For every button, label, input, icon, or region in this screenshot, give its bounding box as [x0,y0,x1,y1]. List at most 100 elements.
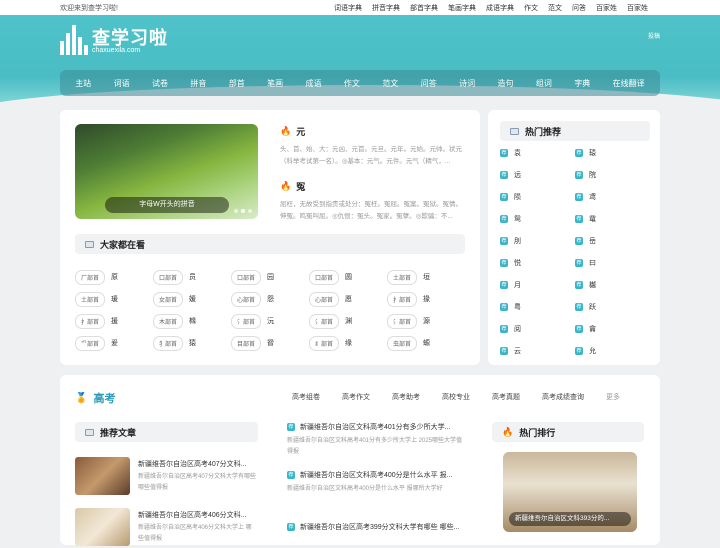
nav-item[interactable]: 笔画 [267,78,283,89]
rank-caption[interactable]: 新疆维吾尔自治区文科393分的... [509,512,631,526]
nav-item[interactable]: 组词 [536,78,552,89]
nav-item[interactable]: 造句 [497,78,513,89]
hot-item[interactable]: 荐云 [500,346,575,356]
rank-feature-image[interactable]: 新疆维吾尔自治区文科393分的... [503,452,637,532]
featured-word[interactable]: 🔥 元 [280,125,305,138]
top-link[interactable]: 百家姓 [627,3,648,13]
hot-item[interactable]: 荐院 [575,170,650,180]
nav-item[interactable]: 主站 [75,78,91,89]
popular-item[interactable]: 扌部首掾 [387,291,465,307]
top-link[interactable]: 百家姓 [596,3,617,13]
gaokao-tab[interactable]: 高考成绩查询 [542,392,584,402]
hot-item[interactable]: 荐龠 [575,324,650,334]
popular-item[interactable]: 爫部首爰 [75,335,153,351]
submit-link[interactable]: 投稿 [648,31,660,40]
nav-item[interactable]: 作文 [344,78,360,89]
article-title[interactable]: 新疆维吾尔自治区高考407分文科... [138,459,260,469]
nav-item[interactable]: 在线翻译 [613,78,645,89]
popular-item[interactable]: 木部首橼 [153,313,231,329]
hot-item[interactable]: 荐鸢 [575,192,650,202]
popular-item[interactable]: 厂部首原 [75,269,153,285]
gaokao-tab[interactable]: 高校专业 [442,392,470,402]
hot-item[interactable]: 荐岳 [575,236,650,246]
slider-caption[interactable]: 字母W开头的拼音 [105,197,229,213]
nav-item[interactable]: 字典 [574,78,590,89]
top-link[interactable]: 拼音字典 [372,3,400,13]
hot-item[interactable]: 荐樾 [575,280,650,290]
popular-item[interactable]: 氵部首沅 [231,313,309,329]
hot-item[interactable]: 荐陨 [500,192,575,202]
nav-item[interactable]: 诗词 [459,78,475,89]
section-title: 热门推荐 [525,126,562,137]
section-title: 大家都在看 [100,239,146,250]
article-item[interactable]: 新疆维吾尔自治区高考406分文科... 新疆维吾尔自治区高考406分文科大学上 … [75,508,258,548]
article-item[interactable]: 新疆维吾尔自治区高考407分文科... 新疆维吾尔自治区高考407分文科大学有哪… [75,457,258,497]
nav-item[interactable]: 部首 [229,78,245,89]
popular-item[interactable]: 氵部首渊 [309,313,387,329]
nav-item[interactable]: 试卷 [152,78,168,89]
popular-item[interactable]: 犭部首猿 [153,335,231,351]
news-desc: 新疆维吾尔自治区文科高考401分有多少所大学上 2025哪些大学值得报 [287,438,463,455]
hot-recommend-list: 荐袁荐辕 荐远荐院 荐陨荐鸢 荐鸳荐鼋 荐刖荐岳 荐悦荐曰 荐月荐樾 荐粤荐跃 … [500,142,650,362]
hot-item[interactable]: 荐跃 [575,302,650,312]
popular-item[interactable]: 目部首眢 [231,335,309,351]
hot-item[interactable]: 荐悦 [500,258,575,268]
nav-item[interactable]: 问答 [421,78,437,89]
popular-item[interactable]: 口部首圆 [309,269,387,285]
news-title[interactable]: 新疆维吾尔自治区文科高考401分有多少所大学... [300,422,451,432]
top-link[interactable]: 笔画字典 [448,3,476,13]
gaokao-tab[interactable]: 高考助考 [392,392,420,402]
hot-item[interactable]: 荐刖 [500,236,575,246]
gaokao-tab[interactable]: 高考作文 [342,392,370,402]
hot-item[interactable]: 荐月 [500,280,575,290]
featured-word-char[interactable]: 冤 [296,180,305,193]
hot-icon: 荐 [500,259,508,267]
gaokao-tab[interactable]: 高考组卷 [292,392,320,402]
top-link[interactable]: 词语字典 [334,3,362,13]
popular-item[interactable]: 扌部首援 [75,313,153,329]
popular-item[interactable]: 土部首瑗 [75,291,153,307]
top-link[interactable]: 范文 [548,3,562,13]
article-thumbnail[interactable] [75,457,130,495]
news-item[interactable]: 荐新疆维吾尔自治区文科高考400分是什么水平 报... 新疆维吾尔自治区文科高考… [287,470,467,495]
news-title[interactable]: 新疆维吾尔自治区高考399分文科大学有哪些 哪些... [300,522,459,532]
popular-item[interactable]: 心部首愿 [309,291,387,307]
popular-item[interactable]: 女部首媛 [153,291,231,307]
news-item[interactable]: 荐新疆维吾尔自治区文科高考401分有多少所大学... 新疆维吾尔自治区文科高考4… [287,422,467,458]
popular-item[interactable]: 虫部首螈 [387,335,465,351]
hot-item[interactable]: 荐曰 [575,258,650,268]
popular-item[interactable]: 氵部首源 [387,313,465,329]
top-link[interactable]: 部首字典 [410,3,438,13]
popular-item[interactable]: 口部首园 [231,269,309,285]
hot-item[interactable]: 荐鼋 [575,214,650,224]
image-slider[interactable]: 字母W开头的拼音 [75,124,258,219]
nav-item[interactable]: 词语 [114,78,130,89]
hot-item[interactable]: 荐辕 [575,148,650,158]
featured-word-char[interactable]: 元 [296,125,305,138]
hot-item[interactable]: 荐鸳 [500,214,575,224]
hot-item[interactable]: 荐袁 [500,148,575,158]
hot-item[interactable]: 荐粤 [500,302,575,312]
hot-item[interactable]: 荐阅 [500,324,575,334]
article-title[interactable]: 新疆维吾尔自治区高考406分文科... [138,510,260,520]
popular-item[interactable]: 口部首员 [153,269,231,285]
popular-item[interactable]: 心部首怨 [231,291,309,307]
hot-item[interactable]: 荐远 [500,170,575,180]
news-item[interactable]: 荐新疆维吾尔自治区高考399分文科大学有哪些 哪些... [287,522,467,532]
gaokao-more-tab[interactable]: 更多 [606,392,620,402]
featured-word[interactable]: 🔥 冤 [280,180,305,193]
article-thumbnail[interactable] [75,508,130,546]
nav-item[interactable]: 成语 [306,78,322,89]
gaokao-tab[interactable]: 高考真题 [492,392,520,402]
top-link[interactable]: 作文 [524,3,538,13]
news-title[interactable]: 新疆维吾尔自治区文科高考400分是什么水平 报... [300,470,452,480]
nav-item[interactable]: 拼音 [190,78,206,89]
slider-dots[interactable] [234,209,252,213]
popular-item[interactable]: 纟部首缘 [309,335,387,351]
top-link[interactable]: 问答 [572,3,586,13]
top-link[interactable]: 成语字典 [486,3,514,13]
hot-item[interactable]: 荐允 [575,346,650,356]
site-logo[interactable]: 查学习啦 chaxuexila.com [60,25,168,55]
popular-item[interactable]: 土部首垣 [387,269,465,285]
nav-item[interactable]: 范文 [382,78,398,89]
